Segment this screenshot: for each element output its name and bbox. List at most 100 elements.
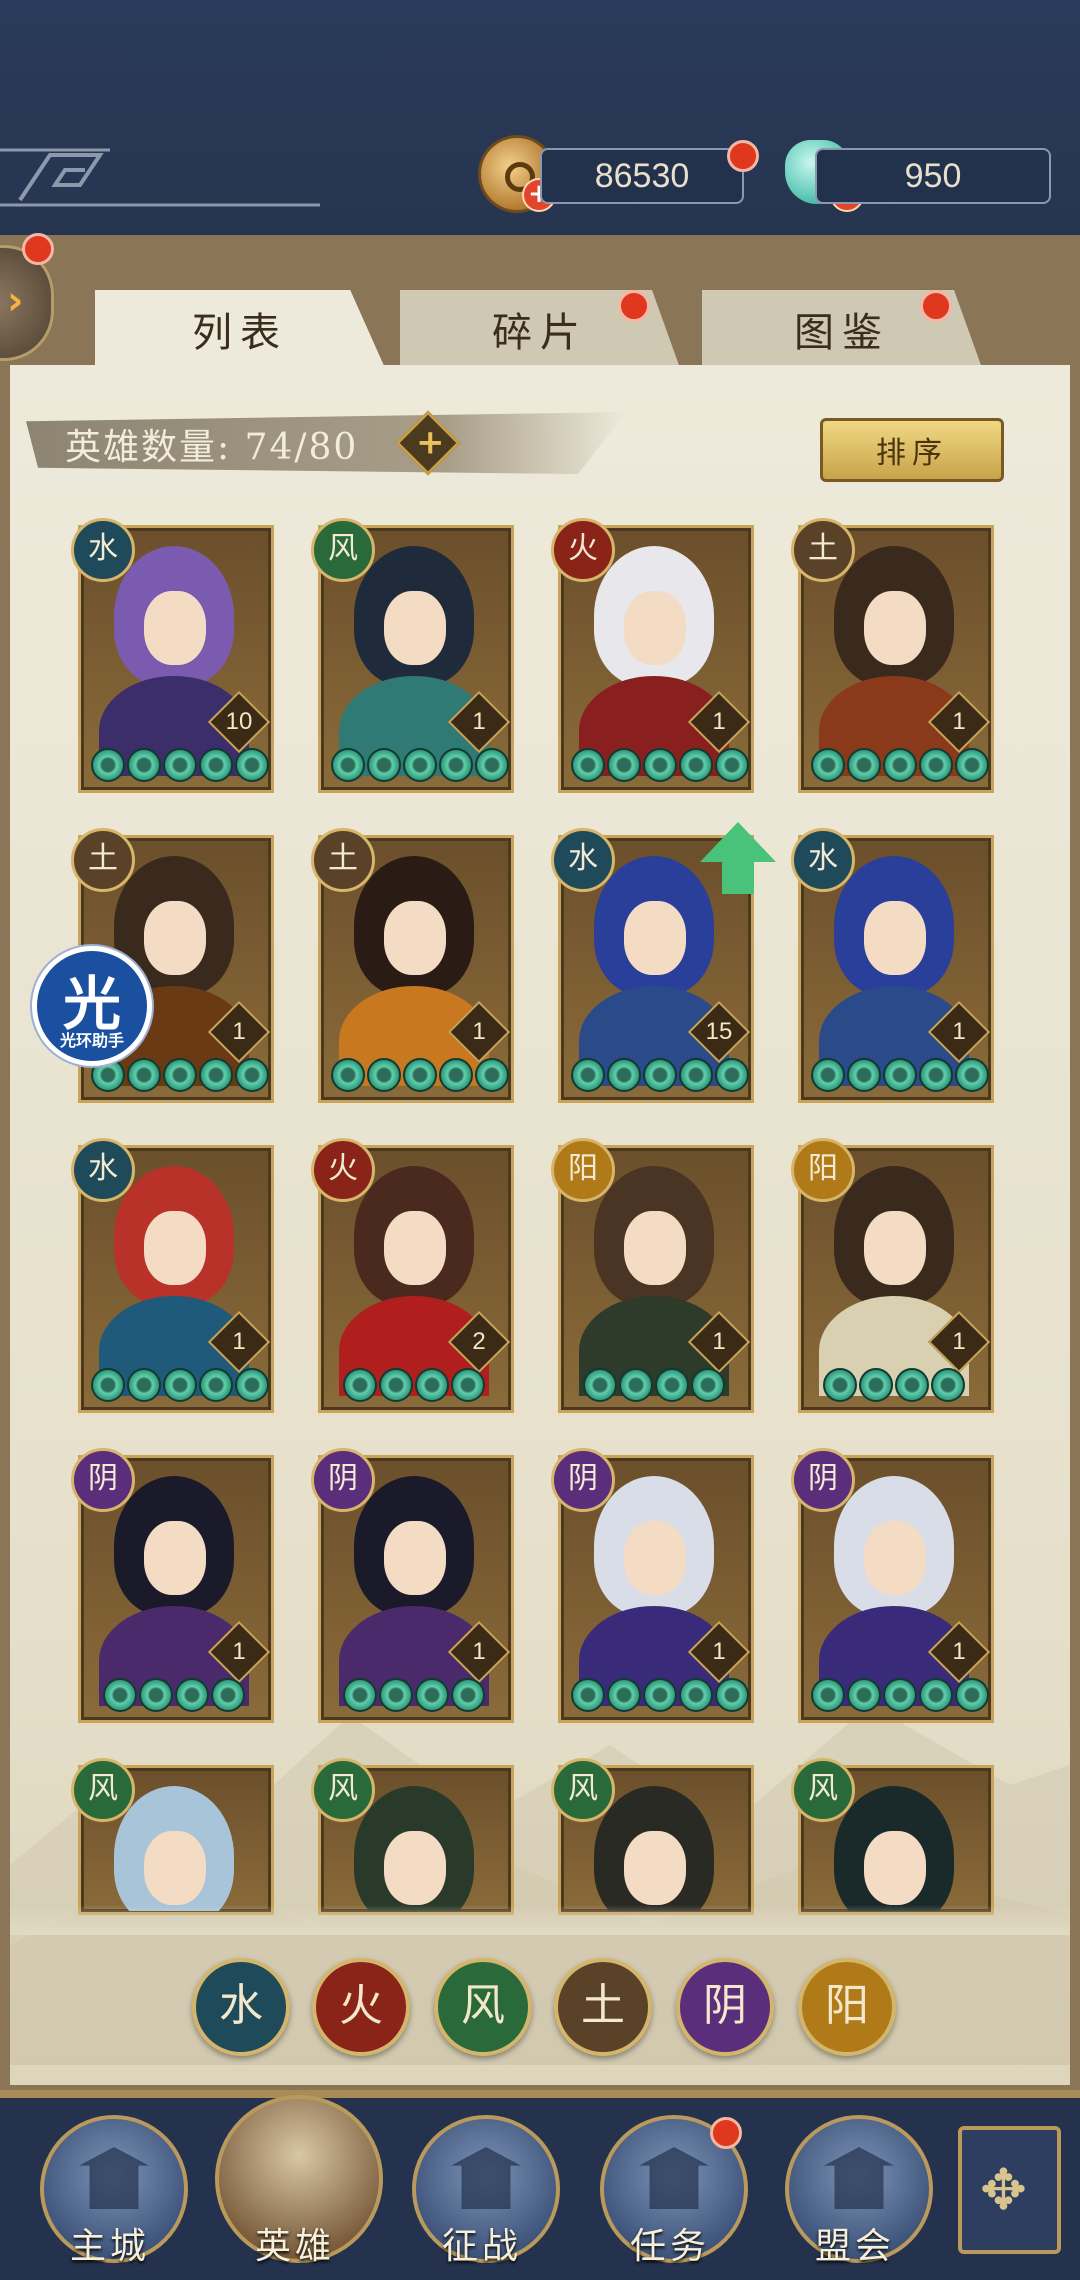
hero-star-row bbox=[571, 748, 749, 782]
hero-star-row bbox=[811, 1678, 989, 1712]
hero-card[interactable]: 风 bbox=[311, 1758, 514, 1915]
nav-label: 征战 bbox=[441, 2226, 522, 2267]
upgrade-arrow-icon bbox=[700, 822, 776, 862]
element-filter-button[interactable]: 水 bbox=[192, 1958, 290, 2056]
hero-card[interactable]: 水1 bbox=[71, 1138, 274, 1413]
element-badge: 水 bbox=[791, 828, 855, 892]
jade-star-icon bbox=[715, 1058, 749, 1092]
hero-card[interactable]: 土1 bbox=[311, 828, 514, 1103]
hero-star-row bbox=[331, 1058, 509, 1092]
hero-card[interactable]: 风1 bbox=[311, 518, 514, 793]
jade-star-icon bbox=[811, 748, 845, 782]
tab-codex-label: 图鉴 bbox=[794, 310, 890, 356]
hero-face bbox=[384, 591, 446, 665]
hero-card[interactable]: 水1 bbox=[791, 828, 994, 1103]
jade-star-icon bbox=[715, 1678, 749, 1712]
jade-star-icon bbox=[403, 748, 437, 782]
jade-star-icon bbox=[919, 748, 953, 782]
hero-face bbox=[384, 1211, 446, 1285]
jade-star-icon bbox=[883, 1058, 917, 1092]
nav-heroes[interactable]: 英雄 bbox=[215, 2095, 383, 2275]
hero-card[interactable]: 水 10 bbox=[71, 518, 274, 793]
jade-star-icon bbox=[403, 1058, 437, 1092]
hero-card[interactable]: 风 bbox=[71, 1758, 274, 1915]
chevron-right-icon: › bbox=[7, 278, 24, 324]
hero-level: 2 bbox=[472, 1328, 486, 1355]
top-bar: + 86530 + 950 bbox=[0, 0, 1080, 240]
building-icon bbox=[79, 2147, 149, 2209]
hero-card[interactable]: 阴1 bbox=[311, 1448, 514, 1723]
jade-star-icon bbox=[199, 1368, 233, 1402]
jade-star-icon bbox=[127, 748, 161, 782]
hero-face bbox=[624, 1211, 686, 1285]
hero-level: 1 bbox=[952, 708, 966, 735]
element-badge: 火 bbox=[311, 1138, 375, 1202]
jade-star-icon bbox=[235, 748, 269, 782]
jade-star-icon bbox=[235, 1058, 269, 1092]
hero-level: 1 bbox=[472, 1018, 486, 1045]
jade-star-icon bbox=[127, 1368, 161, 1402]
jade-star-icon bbox=[451, 1678, 485, 1712]
hero-card[interactable]: 阳1 bbox=[791, 1138, 994, 1413]
element-filter-button[interactable]: 火 bbox=[312, 1958, 410, 2056]
jade-star-icon bbox=[883, 748, 917, 782]
hero-face bbox=[384, 1521, 446, 1595]
hero-star-row bbox=[583, 1368, 725, 1402]
shards-notification-dot bbox=[618, 290, 650, 322]
element-badge: 风 bbox=[791, 1758, 855, 1822]
hero-face bbox=[144, 591, 206, 665]
hero-card[interactable]: 风 bbox=[551, 1758, 754, 1915]
element-badge: 火 bbox=[551, 518, 615, 582]
sort-button[interactable]: 排序 bbox=[820, 418, 1004, 482]
more-icon: ✥ bbox=[980, 2158, 1027, 2223]
more-menu-button[interactable]: ✥ bbox=[958, 2126, 1061, 2254]
element-badge: 风 bbox=[71, 1758, 135, 1822]
watermark-label: 光环助手 bbox=[59, 1031, 124, 1050]
hero-card[interactable]: 阴1 bbox=[551, 1448, 754, 1723]
hero-star-row bbox=[103, 1678, 245, 1712]
element-filter-button[interactable]: 阴 bbox=[676, 1958, 774, 2056]
hero-card[interactable]: 阳1 bbox=[551, 1138, 754, 1413]
building-icon bbox=[639, 2147, 709, 2209]
hero-star-row bbox=[91, 1058, 269, 1092]
element-badge: 水 bbox=[551, 828, 615, 892]
hero-level: 1 bbox=[712, 1328, 726, 1355]
element-filter-button[interactable]: 风 bbox=[434, 1958, 532, 2056]
nav-main-city[interactable]: 主城 bbox=[40, 2115, 190, 2275]
jade-star-icon bbox=[583, 1368, 617, 1402]
jade-star-icon bbox=[691, 1368, 725, 1402]
jade-star-icon bbox=[571, 1058, 605, 1092]
hero-level: 1 bbox=[232, 1018, 246, 1045]
element-badge: 阳 bbox=[551, 1138, 615, 1202]
nav-guild[interactable]: 盟会 bbox=[785, 2115, 935, 2275]
hero-card[interactable]: 阴1 bbox=[791, 1448, 994, 1723]
codex-notification-dot bbox=[920, 290, 952, 322]
jade-star-icon bbox=[823, 1368, 857, 1402]
jade-star-icon bbox=[367, 1058, 401, 1092]
hero-card[interactable]: 风 bbox=[791, 1758, 994, 1915]
hero-card[interactable]: 阴1 bbox=[71, 1448, 274, 1723]
element-badge: 阴 bbox=[71, 1448, 135, 1512]
tab-list[interactable]: 列表 bbox=[95, 290, 385, 368]
hero-card[interactable]: 火2 bbox=[311, 1138, 514, 1413]
jade-star-icon bbox=[919, 1058, 953, 1092]
jade-star-icon bbox=[103, 1678, 137, 1712]
element-filter-button[interactable]: 阳 bbox=[798, 1958, 896, 2056]
nav-campaign[interactable]: 征战 bbox=[412, 2115, 562, 2275]
hero-face bbox=[864, 1211, 926, 1285]
hero-star-row bbox=[811, 1058, 989, 1092]
tab-list-label: 列表 bbox=[192, 310, 288, 356]
hero-star-row bbox=[331, 748, 509, 782]
nav-label: 英雄 bbox=[254, 2226, 335, 2267]
hero-face bbox=[864, 1521, 926, 1595]
element-badge: 阴 bbox=[551, 1448, 615, 1512]
hero-card[interactable]: 土1 bbox=[791, 518, 994, 793]
building-icon bbox=[824, 2147, 894, 2209]
watermark-badge[interactable]: 光 光环助手 bbox=[32, 946, 152, 1066]
element-filter-button[interactable]: 土 bbox=[554, 1958, 652, 2056]
hero-level: 1 bbox=[232, 1638, 246, 1665]
jade-star-icon bbox=[331, 748, 365, 782]
hero-card[interactable]: 火1 bbox=[551, 518, 754, 793]
hero-star-row bbox=[91, 1368, 269, 1402]
jade-star-icon bbox=[619, 1368, 653, 1402]
